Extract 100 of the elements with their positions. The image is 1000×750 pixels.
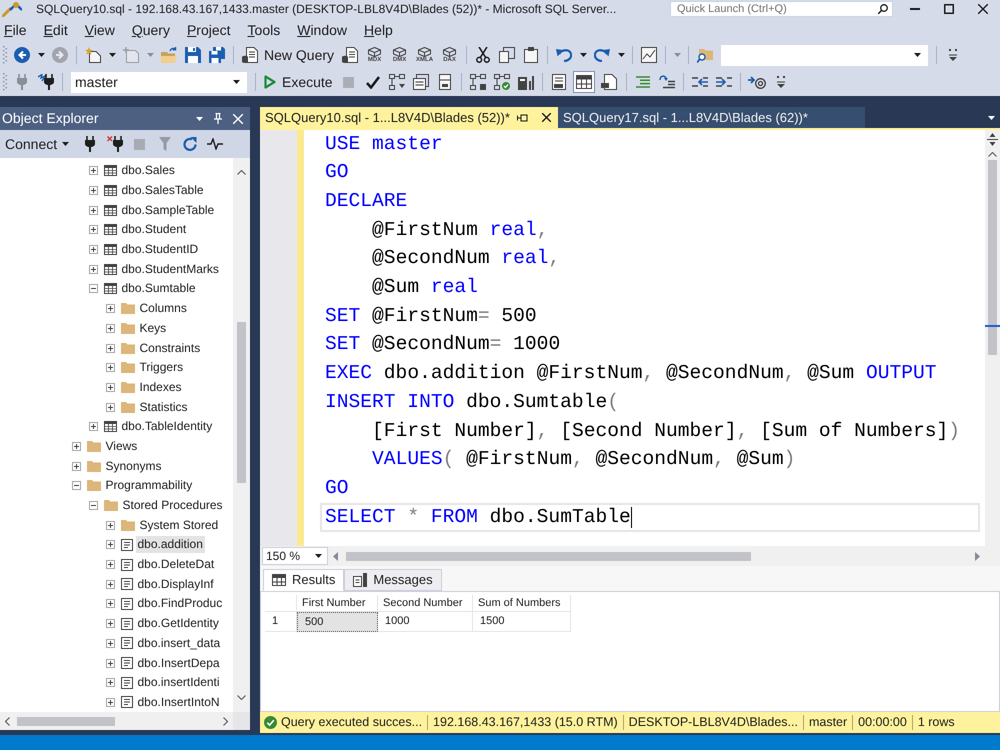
column-header[interactable]: Second Number: [378, 595, 473, 612]
tree-item[interactable]: Triggers: [138, 359, 186, 376]
vertical-scrollbar[interactable]: [233, 158, 250, 712]
menu-item[interactable]: Project: [182, 23, 235, 37]
zoom-dropdown[interactable]: 150 %: [262, 547, 328, 565]
expand-icon[interactable]: [106, 678, 114, 688]
arrow-at-icon[interactable]: [748, 75, 766, 89]
expand-icon[interactable]: [72, 462, 80, 471]
pin-icon[interactable]: [517, 114, 528, 122]
file-icon[interactable]: [601, 74, 618, 90]
play-icon[interactable]: [264, 75, 276, 89]
caret-icon[interactable]: [315, 554, 322, 558]
tree-item[interactable]: Columns: [138, 300, 189, 318]
clipboard-icon[interactable]: [524, 47, 538, 63]
document-lines-icon[interactable]: [552, 74, 566, 90]
expand-icon[interactable]: [106, 382, 114, 392]
plug-arrow-icon[interactable]: [38, 74, 54, 90]
document-tab[interactable]: SQLQuery10.sql - 1...L8V4D\Blades (52))*: [260, 107, 558, 128]
expand-icon[interactable]: [88, 264, 98, 274]
lines-icon[interactable]: [636, 76, 650, 88]
tree-item[interactable]: dbo.DisplayInf: [136, 576, 216, 593]
menu-item[interactable]: Query: [128, 23, 174, 37]
tree-item[interactable]: Views: [104, 438, 140, 455]
table-cell[interactable]: 1500: [473, 612, 571, 632]
table-cell[interactable]: 1000: [378, 612, 473, 632]
expand-icon[interactable]: [72, 442, 80, 451]
document-database-icon[interactable]: [242, 47, 258, 63]
stacked-windows-icon[interactable]: [412, 74, 429, 90]
new-query-button[interactable]: New Query: [238, 44, 338, 66]
scroll-right-icon[interactable]: [975, 552, 980, 560]
split-icon[interactable]: [987, 133, 998, 146]
caret-icon[interactable]: [618, 53, 625, 57]
expand-icon[interactable]: [106, 638, 114, 648]
menu-item[interactable]: Help: [360, 23, 397, 37]
arrow-lines-icon[interactable]: [658, 75, 675, 89]
expand-icon[interactable]: [106, 698, 114, 707]
expand-icon[interactable]: [88, 245, 98, 254]
scroll-left-icon[interactable]: [333, 552, 338, 560]
tree-item[interactable]: Keys: [138, 320, 168, 337]
expand-icon[interactable]: [106, 363, 114, 372]
caret-icon[interactable]: [914, 53, 922, 57]
tree-item[interactable]: dbo.FindProduc: [136, 595, 224, 612]
expand-icon[interactable]: [88, 166, 98, 176]
refresh-icon[interactable]: [182, 137, 197, 151]
tree-item[interactable]: Programmability: [104, 477, 194, 494]
close-icon[interactable]: [978, 4, 988, 14]
tree-item[interactable]: Statistics: [138, 398, 190, 416]
expand-icon[interactable]: [106, 658, 114, 668]
redo-icon[interactable]: [594, 48, 610, 62]
plug-x-icon[interactable]: [106, 136, 123, 152]
expand-icon[interactable]: [106, 560, 114, 570]
caret-icon[interactable]: [62, 142, 70, 146]
scroll-down-icon[interactable]: [237, 695, 246, 700]
scroll-right-icon[interactable]: [223, 716, 228, 726]
tree-item[interactable]: dbo.InsertDepa: [136, 654, 222, 672]
flowchart-check-icon[interactable]: [494, 74, 510, 90]
caret-icon[interactable]: [38, 53, 44, 57]
check-icon[interactable]: [366, 76, 380, 88]
collapse-icon[interactable]: [72, 481, 80, 490]
grid-icon[interactable]: [573, 71, 596, 93]
quick-launch-field[interactable]: Quick Launch (Ctrl+Q): [670, 1, 893, 17]
document-tab[interactable]: SQLQuery17.sql - 1...L8V4D\Blades (62))*: [558, 107, 865, 128]
tree-item[interactable]: dbo.SampleTable: [120, 202, 216, 219]
indent-icon[interactable]: [716, 77, 732, 87]
tree-item[interactable]: Synonyms: [104, 458, 164, 475]
menu-item[interactable]: View: [80, 23, 119, 37]
dropdown-field[interactable]: [721, 44, 928, 66]
scroll-up-icon[interactable]: [988, 152, 997, 157]
scroll-left-icon[interactable]: [5, 716, 10, 726]
collapse-icon[interactable]: [88, 284, 98, 294]
pulse-icon[interactable]: [206, 138, 223, 150]
expand-icon[interactable]: [88, 422, 98, 432]
undo-icon[interactable]: [556, 48, 572, 62]
tree-item[interactable]: dbo.Sales: [120, 162, 177, 180]
tree-item[interactable]: dbo.StudentID: [120, 241, 200, 258]
tree-item[interactable]: Stored Procedures: [120, 497, 225, 514]
caret-icon[interactable]: [580, 53, 587, 57]
tree-item[interactable]: dbo.insert_data: [136, 634, 222, 652]
table-cell[interactable]: 500: [297, 612, 378, 632]
copy-icon[interactable]: [499, 47, 516, 63]
execute-button[interactable]: Execute: [260, 71, 337, 93]
tree-item[interactable]: dbo.insertIdenti: [136, 674, 222, 692]
results-tab[interactable]: Results: [263, 569, 344, 591]
caret-icon[interactable]: [988, 116, 995, 120]
expand-icon[interactable]: [106, 304, 114, 314]
window-panel-icon[interactable]: [438, 74, 451, 90]
connect-button[interactable]: Connect: [3, 133, 72, 155]
tree-item[interactable]: dbo.GetIdentity: [136, 615, 221, 632]
tree-item[interactable]: dbo.StudentMarks: [120, 260, 221, 278]
tree-item[interactable]: dbo.DeleteDat: [136, 556, 216, 574]
scroll-up-icon[interactable]: [237, 170, 246, 175]
expand-icon[interactable]: [88, 206, 98, 215]
caret-icon[interactable]: [108, 53, 116, 57]
tree-item[interactable]: Constraints: [138, 340, 202, 357]
menu-item[interactable]: File: [0, 23, 31, 37]
overflow-icon[interactable]: [949, 49, 958, 61]
close-icon[interactable]: [542, 113, 551, 122]
column-header[interactable]: Sum of Numbers: [473, 595, 571, 612]
chart-window-icon[interactable]: [641, 47, 658, 63]
expand-icon[interactable]: [88, 186, 98, 196]
